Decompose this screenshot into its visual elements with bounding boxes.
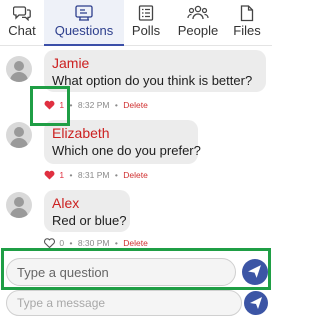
tab-people[interactable]: People (176, 0, 220, 46)
avatar (6, 192, 32, 218)
message-text: Red or blue? (52, 213, 127, 228)
like-count: 1 (59, 169, 65, 180)
like-count: 0 (59, 237, 65, 248)
send-message-button[interactable] (244, 291, 268, 315)
tab-chat[interactable]: Chat (0, 0, 44, 46)
heart-icon[interactable] (44, 100, 55, 110)
tab-label: People (177, 23, 219, 38)
tab-label: Questions (54, 23, 114, 38)
tab-label: Files (233, 23, 261, 38)
separator: • (69, 99, 73, 110)
message-text: What option do you think is better? (52, 73, 253, 88)
message-meta: 1 • 8:32 PM • Delete (44, 98, 148, 111)
avatar (6, 56, 32, 82)
send-question-button[interactable] (242, 259, 268, 285)
tab-polls[interactable]: Polls (124, 0, 168, 46)
separator: • (69, 169, 73, 180)
tab-label: Chat (8, 23, 36, 38)
separator: • (114, 237, 118, 248)
message-time: 8:31 PM (77, 169, 110, 180)
message-time: 8:32 PM (77, 99, 110, 110)
tab-questions[interactable]: Questions (44, 0, 124, 46)
message-bubble: Elizabeth Which one do you prefer? (44, 120, 201, 164)
message-meta: 1 • 8:31 PM • Delete (44, 168, 148, 181)
file-icon (240, 5, 254, 22)
delete-link[interactable]: Delete (123, 237, 148, 249)
tab-files[interactable]: Files (222, 0, 272, 46)
poll-list-icon (138, 5, 154, 21)
like-count: 1 (59, 99, 65, 110)
message-input[interactable] (6, 290, 242, 316)
separator: • (114, 169, 118, 180)
message-meta: 0 • 8:30 PM • Delete (44, 236, 148, 249)
message-text: Which one do you prefer? (52, 143, 201, 158)
avatar (6, 122, 32, 148)
send-icon (248, 265, 261, 278)
delete-link[interactable]: Delete (123, 169, 148, 181)
message-bubble: Jamie What option do you think is better… (44, 50, 266, 92)
message-author: Elizabeth (52, 125, 110, 141)
delete-link[interactable]: Delete (123, 99, 148, 111)
question-input[interactable] (6, 258, 236, 286)
message-bubble: Alex Red or blue? (44, 190, 130, 232)
message-time: 8:30 PM (77, 237, 110, 248)
separator: • (69, 237, 73, 248)
message-author: Jamie (52, 55, 90, 71)
tab-label: Polls (131, 23, 161, 38)
heart-outline-icon[interactable] (44, 237, 55, 249)
heart-icon[interactable] (44, 170, 55, 180)
send-icon (250, 297, 262, 309)
tab-bar: Chat Questions Polls People Files (0, 0, 272, 46)
separator: • (114, 99, 118, 110)
people-group-icon (187, 5, 209, 20)
message-author: Alex (52, 195, 80, 211)
chat-bubbles-icon (13, 6, 31, 21)
questions-board-icon (75, 5, 93, 21)
